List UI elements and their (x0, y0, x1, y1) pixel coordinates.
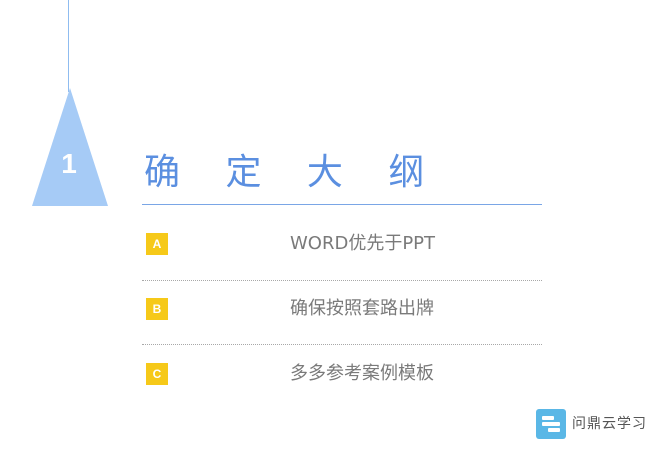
section-triangle (32, 88, 108, 206)
item-badge: A (146, 233, 168, 255)
item-text: 多多参考案例模板 (290, 363, 434, 384)
stacked-bars-logo-icon (536, 409, 566, 439)
brand-name: 问鼎云学习 (572, 416, 647, 432)
title-underline (142, 204, 542, 205)
hanging-line (68, 0, 69, 92)
item-text: 确保按照套路出牌 (290, 298, 434, 319)
item-divider (142, 280, 542, 281)
list-item: C 多多参考案例模板 (146, 363, 542, 387)
item-badge: C (146, 363, 168, 385)
item-divider (142, 344, 542, 345)
list-item: B 确保按照套路出牌 (146, 298, 542, 322)
item-text: WORD优先于PPT (290, 233, 436, 254)
item-badge: B (146, 298, 168, 320)
page-title: 确 定 大 纲 (144, 152, 442, 193)
section-number: 1 (61, 148, 77, 179)
list-item: A WORD优先于PPT (146, 233, 542, 257)
